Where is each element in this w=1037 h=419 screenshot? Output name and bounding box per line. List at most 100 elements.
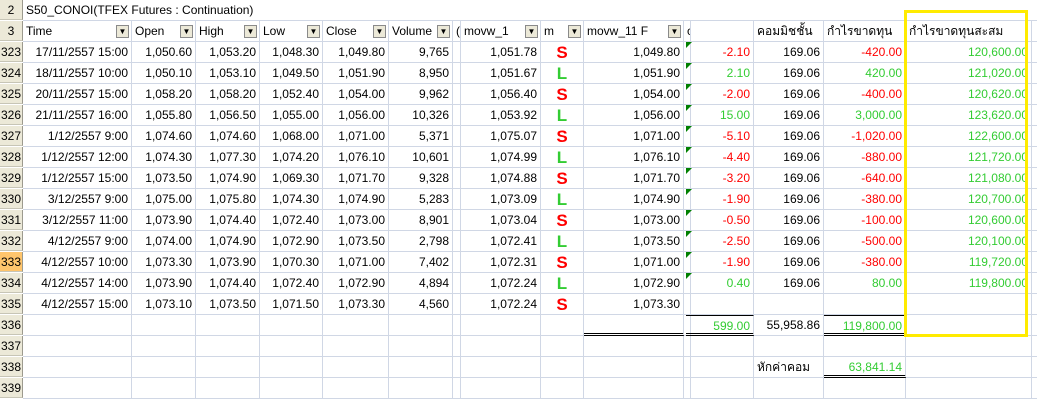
cell-empty[interactable] — [1032, 210, 1037, 231]
cell-commission[interactable]: 169.06 — [754, 105, 824, 126]
cell-cumulative[interactable]: 120,700.00 — [906, 189, 1032, 210]
cell-volume[interactable]: 9,962 — [389, 84, 453, 105]
cell-empty[interactable] — [1032, 273, 1037, 294]
row-header[interactable]: 336 — [0, 315, 23, 335]
filter-dropdown-icon[interactable]: ▼ — [244, 25, 257, 38]
cell-close[interactable]: 1,049.80 — [323, 42, 389, 63]
signal-cell[interactable]: S — [541, 294, 584, 315]
cell-price[interactable]: 1,074.90 — [584, 189, 684, 210]
cell-movw[interactable]: 1,072.24 — [461, 273, 541, 294]
cell-commission[interactable]: 169.06 — [754, 252, 824, 273]
cell-empty[interactable] — [453, 42, 461, 63]
cell-volume[interactable]: 2,798 — [389, 231, 453, 252]
cell-volume[interactable]: 9,328 — [389, 168, 453, 189]
cell-empty[interactable] — [196, 357, 260, 378]
cell-high[interactable]: 1,073.90 — [196, 252, 260, 273]
cell-empty[interactable] — [541, 315, 584, 336]
cell-open[interactable]: 1,073.10 — [132, 294, 196, 315]
cell-diff[interactable]: -4.40 — [686, 147, 754, 168]
cell-time[interactable]: 1/12/2557 9:00 — [23, 126, 132, 147]
cell-empty[interactable] — [23, 378, 132, 399]
cell-low[interactable]: 1,072.40 — [260, 273, 323, 294]
cell-empty[interactable] — [453, 147, 461, 168]
cell-empty[interactable] — [132, 336, 196, 357]
cell-diff[interactable]: -2.50 — [686, 231, 754, 252]
cell-empty[interactable] — [132, 357, 196, 378]
cell-empty[interactable] — [1032, 105, 1037, 126]
row-header[interactable]: 325 — [0, 84, 23, 104]
cell-empty[interactable] — [260, 378, 323, 399]
cell-empty[interactable] — [260, 336, 323, 357]
cell-close[interactable]: 1,074.90 — [323, 189, 389, 210]
cell-movw[interactable]: 1,051.78 — [461, 42, 541, 63]
cell-commission[interactable]: 169.06 — [754, 168, 824, 189]
cell-empty[interactable] — [196, 378, 260, 399]
cell-volume[interactable]: 10,326 — [389, 105, 453, 126]
cell-cumulative[interactable]: 123,620.00 — [906, 105, 1032, 126]
cell-diff[interactable]: -1.90 — [686, 189, 754, 210]
cell-diff[interactable]: -3.20 — [686, 168, 754, 189]
cell-time[interactable]: 3/12/2557 11:00 — [23, 210, 132, 231]
cell-time[interactable]: 4/12/2557 9:00 — [23, 231, 132, 252]
column-header-open[interactable]: Open ▼ — [132, 21, 196, 42]
cell-low[interactable]: 1,055.00 — [260, 105, 323, 126]
cell-profit-loss[interactable]: 420.00 — [824, 63, 906, 84]
cell-empty[interactable] — [584, 336, 684, 357]
cell-empty[interactable] — [906, 378, 1032, 399]
row-header[interactable]: 2 — [0, 0, 23, 20]
column-header-low[interactable]: Low ▼ — [260, 21, 323, 42]
cell-empty[interactable] — [541, 357, 584, 378]
sheet-title[interactable]: S50_CONOI(TFEX Futures : Continuation) — [23, 0, 1037, 21]
cell-empty[interactable] — [461, 357, 541, 378]
cell-empty[interactable] — [461, 336, 541, 357]
row-header[interactable]: 338 — [0, 357, 23, 377]
cell-empty[interactable] — [323, 378, 389, 399]
cell-movw[interactable]: 1,073.09 — [461, 189, 541, 210]
column-header-high[interactable]: High ▼ — [196, 21, 260, 42]
cell-close[interactable]: 1,073.50 — [323, 231, 389, 252]
cell-movw[interactable]: 1,072.24 — [461, 294, 541, 315]
cell-diff[interactable]: -2.10 — [686, 42, 754, 63]
cell-open[interactable]: 1,074.60 — [132, 126, 196, 147]
cell-high[interactable]: 1,075.80 — [196, 189, 260, 210]
cell-empty[interactable] — [1032, 42, 1037, 63]
cell-close[interactable]: 1,073.30 — [323, 294, 389, 315]
cell-open[interactable]: 1,073.90 — [132, 273, 196, 294]
cell-cumulative[interactable]: 119,720.00 — [906, 252, 1032, 273]
cell-empty[interactable] — [584, 357, 684, 378]
cell-cumulative[interactable]: 120,620.00 — [906, 84, 1032, 105]
cell-low[interactable]: 1,072.90 — [260, 231, 323, 252]
cell-empty[interactable] — [23, 315, 132, 336]
filter-dropdown-icon[interactable]: ▼ — [373, 25, 386, 38]
cell-profit-loss[interactable]: -500.00 — [824, 231, 906, 252]
row-header[interactable]: 323 — [0, 42, 23, 62]
cell-empty[interactable] — [196, 336, 260, 357]
cell-volume[interactable]: 8,901 — [389, 210, 453, 231]
signal-cell[interactable]: S — [541, 252, 584, 273]
signal-cell[interactable]: S — [541, 42, 584, 63]
cell-movw[interactable]: 1,051.67 — [461, 63, 541, 84]
cell-volume[interactable]: 10,601 — [389, 147, 453, 168]
cell-empty[interactable] — [453, 168, 461, 189]
cell-high[interactable]: 1,073.50 — [196, 294, 260, 315]
cell-volume[interactable]: 7,402 — [389, 252, 453, 273]
cell-empty[interactable] — [541, 336, 584, 357]
cell-price[interactable]: 1,049.80 — [584, 42, 684, 63]
cell-empty[interactable] — [453, 315, 461, 336]
row-header[interactable]: 334 — [0, 273, 23, 293]
cell-movw[interactable]: 1,074.99 — [461, 147, 541, 168]
cell-empty[interactable] — [1032, 378, 1037, 399]
total-profit-loss[interactable]: 119,800.00 — [824, 315, 906, 336]
cell-close[interactable]: 1,056.00 — [323, 105, 389, 126]
cell-profit-loss[interactable]: -640.00 — [824, 168, 906, 189]
filter-dropdown-icon[interactable]: ▼ — [116, 25, 129, 38]
cell-open[interactable]: 1,050.60 — [132, 42, 196, 63]
cell-commission[interactable]: 169.06 — [754, 210, 824, 231]
filter-dropdown-icon[interactable]: ▼ — [568, 25, 581, 38]
cell-time[interactable]: 4/12/2557 15:00 — [23, 294, 132, 315]
cell-profit-loss[interactable]: -100.00 — [824, 210, 906, 231]
cell-time[interactable]: 1/12/2557 12:00 — [23, 147, 132, 168]
cell-commission[interactable] — [754, 294, 824, 315]
cell-low[interactable]: 1,068.00 — [260, 126, 323, 147]
cell-movw[interactable]: 1,074.88 — [461, 168, 541, 189]
